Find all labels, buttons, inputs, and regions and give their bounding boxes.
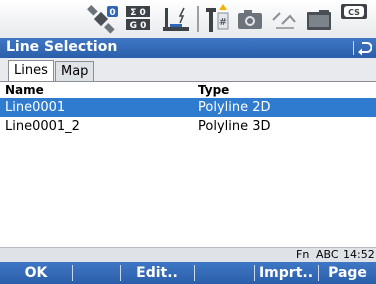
softkey-divider xyxy=(194,265,195,281)
page-title: Line Selection xyxy=(6,39,118,55)
cell-type: Polyline 3D xyxy=(198,119,271,134)
table-row[interactable]: Line0001_2 Polyline 3D xyxy=(0,117,376,136)
svg-text:#: # xyxy=(219,17,227,28)
tab-strip: Lines Map xyxy=(0,58,376,83)
info-line: Fn ABC 14:52 xyxy=(0,247,376,262)
input-mode-indicator: ABC xyxy=(316,248,339,261)
column-header-type[interactable]: Type xyxy=(198,83,229,97)
line-tool-icon[interactable] xyxy=(270,4,298,34)
list-header: Name Type xyxy=(0,82,376,98)
status-bar: 0 Σ 0 G 0 # CS xyxy=(0,0,376,38)
pos-top-text: Σ 0 xyxy=(130,8,146,18)
camera-icon[interactable] xyxy=(236,4,264,34)
pos-bottom-text: G 0 xyxy=(130,21,147,31)
battery-icon[interactable] xyxy=(305,4,335,34)
cell-type: Polyline 2D xyxy=(198,100,271,115)
page-button[interactable]: Page xyxy=(319,262,376,284)
satellite-rtk-icon[interactable]: 0 xyxy=(86,4,120,34)
memory-card-icon[interactable]: CS xyxy=(340,2,368,32)
title-divider xyxy=(353,41,354,55)
clock: 14:52 xyxy=(343,248,375,261)
tab-map[interactable]: Map xyxy=(55,61,95,82)
sat-count: 0 xyxy=(109,8,115,18)
cell-name: Line0001_2 xyxy=(5,119,80,134)
tab-lines[interactable]: Lines xyxy=(8,60,54,83)
status-divider xyxy=(197,6,199,32)
ok-button[interactable]: OK xyxy=(0,262,72,284)
softkey-divider xyxy=(72,265,73,281)
softkey-bar: OK Edit.. Imprt.. Page xyxy=(0,262,376,284)
card-label: CS xyxy=(348,8,360,17)
screen: 0 Σ 0 G 0 # CS Line Selection Lines Map … xyxy=(0,0,376,284)
fn-indicator: Fn xyxy=(296,248,310,261)
height-pole-icon[interactable] xyxy=(160,4,192,34)
prism-target-icon[interactable]: # xyxy=(204,4,230,34)
back-arrow-icon[interactable] xyxy=(356,39,373,57)
table-row[interactable]: Line0001 Polyline 2D xyxy=(0,98,376,117)
cell-name: Line0001 xyxy=(5,100,66,115)
edit-button[interactable]: Edit.. xyxy=(121,262,193,284)
import-button[interactable]: Imprt.. xyxy=(255,262,317,284)
line-list: Name Type Line0001 Polyline 2D Line0001_… xyxy=(0,82,376,247)
position-quality-icon[interactable]: Σ 0 G 0 xyxy=(124,4,154,34)
column-header-name[interactable]: Name xyxy=(5,83,44,97)
title-bar: Line Selection xyxy=(0,38,376,58)
